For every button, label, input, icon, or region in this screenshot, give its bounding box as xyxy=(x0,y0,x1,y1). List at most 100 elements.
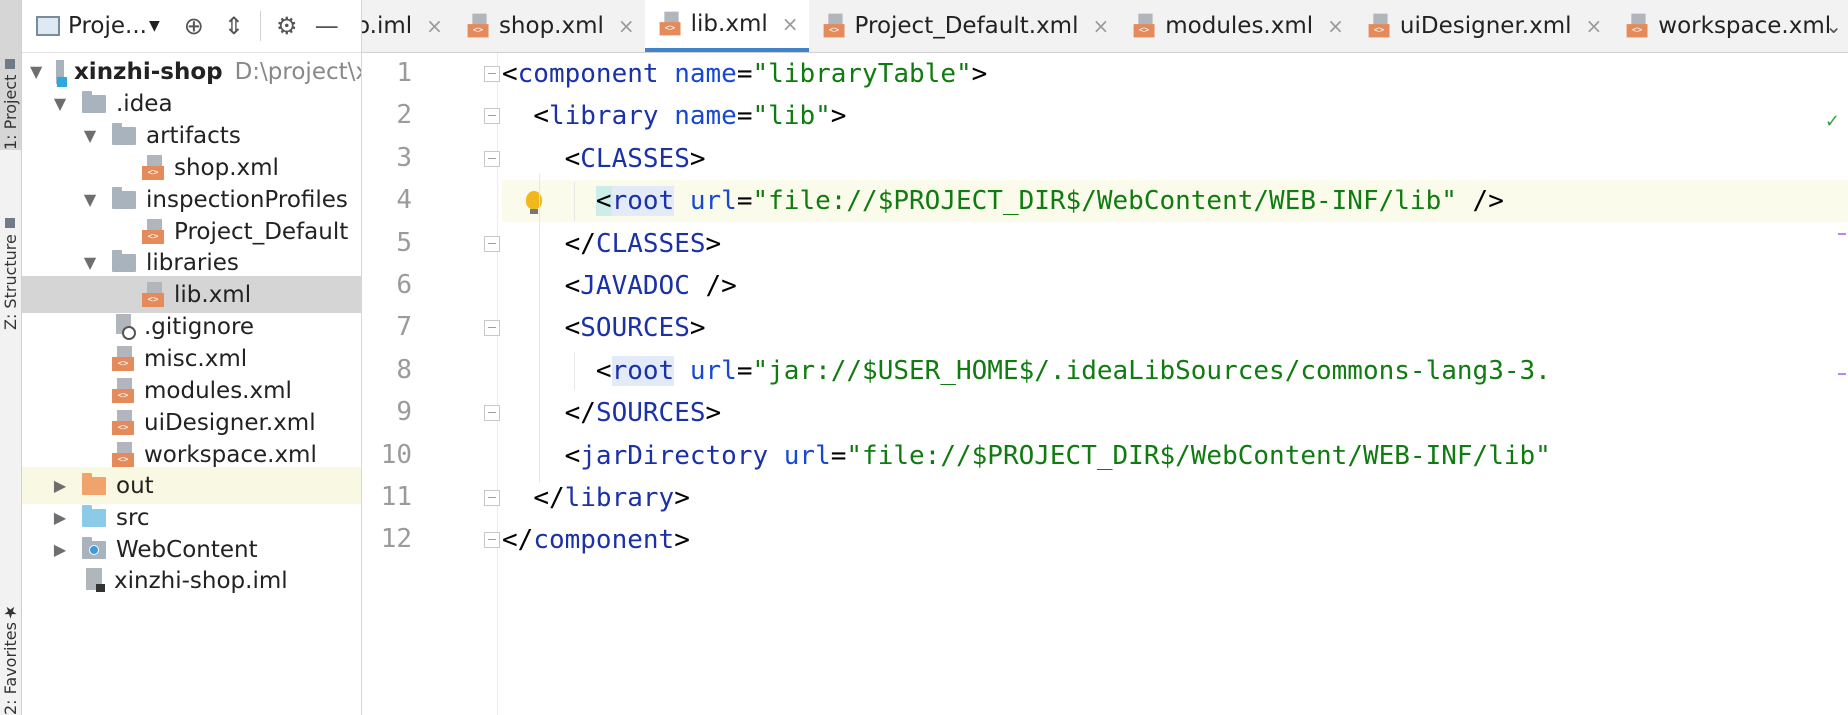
code-token: < xyxy=(564,313,581,344)
expanded-arrow-icon[interactable]: ▼ xyxy=(52,94,68,113)
code-token: jarDirectory xyxy=(580,440,769,471)
code-token: </ xyxy=(502,525,534,556)
project-tool-tab[interactable]: 1: Project xyxy=(0,0,21,150)
editor-tab[interactable]: o.iml × xyxy=(362,0,453,52)
line-number: 3 xyxy=(396,142,412,173)
code-line[interactable]: < root url = "jar://$USER_HOME$/.ideaLibSou… xyxy=(502,350,1848,392)
code-line[interactable]: </component > xyxy=(502,519,1848,561)
close-icon[interactable]: × xyxy=(426,14,443,38)
gear-icon[interactable]: ⚙ xyxy=(267,12,307,40)
tree-item[interactable]: xinzhi-shop.iml xyxy=(22,562,361,599)
tool-window-strip: 1: Project Z: Structure 2: Favorites ★ xyxy=(0,0,22,715)
code-token: > xyxy=(971,59,988,89)
fold-marker-icon[interactable] xyxy=(484,532,500,549)
code-line[interactable]: < SOURCES > xyxy=(502,307,1848,349)
editor-tab-label: Project_Default.xml xyxy=(854,13,1079,39)
close-icon[interactable]: × xyxy=(1327,14,1344,38)
structure-tool-tab[interactable]: Z: Structure xyxy=(0,180,21,330)
xml-tag-badge: <> xyxy=(112,420,134,435)
code-token: "lib" xyxy=(752,101,831,132)
code-token: = xyxy=(736,59,753,89)
code-line[interactable]: < root url = "file://$PROJECT_DIR$/WebConte… xyxy=(502,180,1848,223)
error-stripe-mark xyxy=(1838,233,1846,235)
collapsed-arrow-icon[interactable]: ▶ xyxy=(52,540,68,559)
code-line[interactable]: < jarDirectory url = "file://$PROJECT_DIR$/… xyxy=(502,435,1848,477)
tree-item-label: src xyxy=(116,504,150,531)
fold-marker-icon[interactable] xyxy=(484,66,500,82)
tree-item-label: shop.xml xyxy=(174,154,279,181)
xml-tag-badge: <> xyxy=(1368,24,1390,38)
tree-item-label: artifacts xyxy=(146,122,241,149)
line-number: 4 xyxy=(396,185,412,216)
project-view-selector[interactable]: Proje... ▼ xyxy=(22,0,160,52)
fold-marker-icon[interactable] xyxy=(484,235,500,252)
locate-file-icon[interactable]: ⊕ xyxy=(174,12,214,40)
editor-tab[interactable]: <>workspace.xml× xyxy=(1612,0,1848,52)
hide-panel-icon[interactable]: — xyxy=(307,12,347,40)
xml-tag-badge: <> xyxy=(1133,24,1155,38)
editor-tab[interactable]: <> modules.xml × xyxy=(1119,0,1354,52)
tree-item-label: lib.xml xyxy=(174,281,252,308)
editor-tab[interactable]: <> Project_Default.xml × xyxy=(809,0,1120,52)
collapsed-arrow-icon[interactable]: ▶ xyxy=(52,476,68,495)
editor-tab-label: shop.xml xyxy=(498,13,604,39)
tree-item-label: Project_Default xyxy=(174,218,349,245)
code-token: CLASSES xyxy=(595,228,706,259)
editor-tab[interactable]: <> shop.xml × xyxy=(453,0,645,52)
xml-file-icon: <> xyxy=(467,13,491,39)
close-icon[interactable]: × xyxy=(782,12,799,36)
code-line[interactable]: </library > xyxy=(502,477,1848,519)
close-icon[interactable]: × xyxy=(1092,14,1109,38)
fold-marker-icon[interactable] xyxy=(484,320,500,337)
favorites-tool-tab[interactable]: 2: Favorites ★ xyxy=(0,570,21,715)
tree-item-label: misc.xml xyxy=(144,345,248,372)
xml-file-icon: <> xyxy=(142,154,166,181)
code-token: > xyxy=(674,525,690,556)
fold-marker-icon[interactable] xyxy=(484,405,500,422)
code-token: SOURCES xyxy=(580,313,690,344)
code-token: = xyxy=(736,186,753,217)
collapse-all-icon[interactable]: ⇕ xyxy=(214,12,254,40)
code-token: > xyxy=(830,101,847,132)
code-line[interactable]: < library name = "lib" > xyxy=(502,95,1848,137)
xml-tag-badge: <> xyxy=(823,24,845,38)
expanded-arrow-icon[interactable]: ▼ xyxy=(82,190,98,209)
favorites-star-icon: ★ xyxy=(1,603,20,623)
code-line[interactable]: </CLASSES > xyxy=(502,223,1848,265)
code-token: > xyxy=(705,398,722,429)
code-editor[interactable]: 1 2 3 4 5 6 7 8 9 10 11 12 < component name = "library… xyxy=(362,53,1848,715)
project-panel: Proje... ▼ ⊕ ⇕ ⚙ — ▼ xinzhi-shop D:\projec… xyxy=(22,0,362,715)
code-line[interactable]: < component name = "libraryTable" > xyxy=(502,53,1848,95)
folder-icon xyxy=(82,90,106,113)
chevron-down-icon[interactable]: ⌄ xyxy=(1825,14,1842,38)
tree-item-path: D:\project\x xyxy=(234,58,362,85)
close-icon[interactable]: × xyxy=(1586,14,1603,38)
xml-file-icon: <> xyxy=(1133,13,1157,39)
line-number: 12 xyxy=(380,524,412,555)
close-icon[interactable]: × xyxy=(618,14,635,38)
editor-tab[interactable]: <> uiDesigner.xml × xyxy=(1354,0,1612,52)
expanded-arrow-icon[interactable]: ▼ xyxy=(82,126,98,145)
structure-tool-tab-label: Z: Structure xyxy=(1,234,20,330)
tree-item-label: WebContent xyxy=(116,536,258,563)
expanded-arrow-icon[interactable]: ▼ xyxy=(30,62,42,81)
code-line[interactable]: </SOURCES > xyxy=(502,392,1848,434)
collapsed-arrow-icon[interactable]: ▶ xyxy=(52,508,68,527)
fold-marker-icon[interactable] xyxy=(484,490,500,506)
toolbar-divider xyxy=(259,11,261,41)
code-token: "file://$PROJECT_DIR$/WebContent/WEB-INF… xyxy=(846,440,1551,471)
code-line[interactable]: < JAVADOC /> xyxy=(502,265,1848,307)
module-icon xyxy=(56,59,67,87)
editor-tab[interactable]: <> lib.xml × xyxy=(644,0,809,52)
expanded-arrow-icon[interactable]: ▼ xyxy=(82,253,98,272)
code-token: = xyxy=(736,101,753,132)
code-line[interactable]: < CLASSES > xyxy=(502,138,1848,180)
fold-marker-icon[interactable] xyxy=(484,108,500,125)
fold-marker-icon[interactable] xyxy=(484,150,500,167)
xml-file-icon: <> xyxy=(112,409,136,436)
line-number: 1 xyxy=(396,58,412,88)
code-token: < xyxy=(502,59,518,89)
